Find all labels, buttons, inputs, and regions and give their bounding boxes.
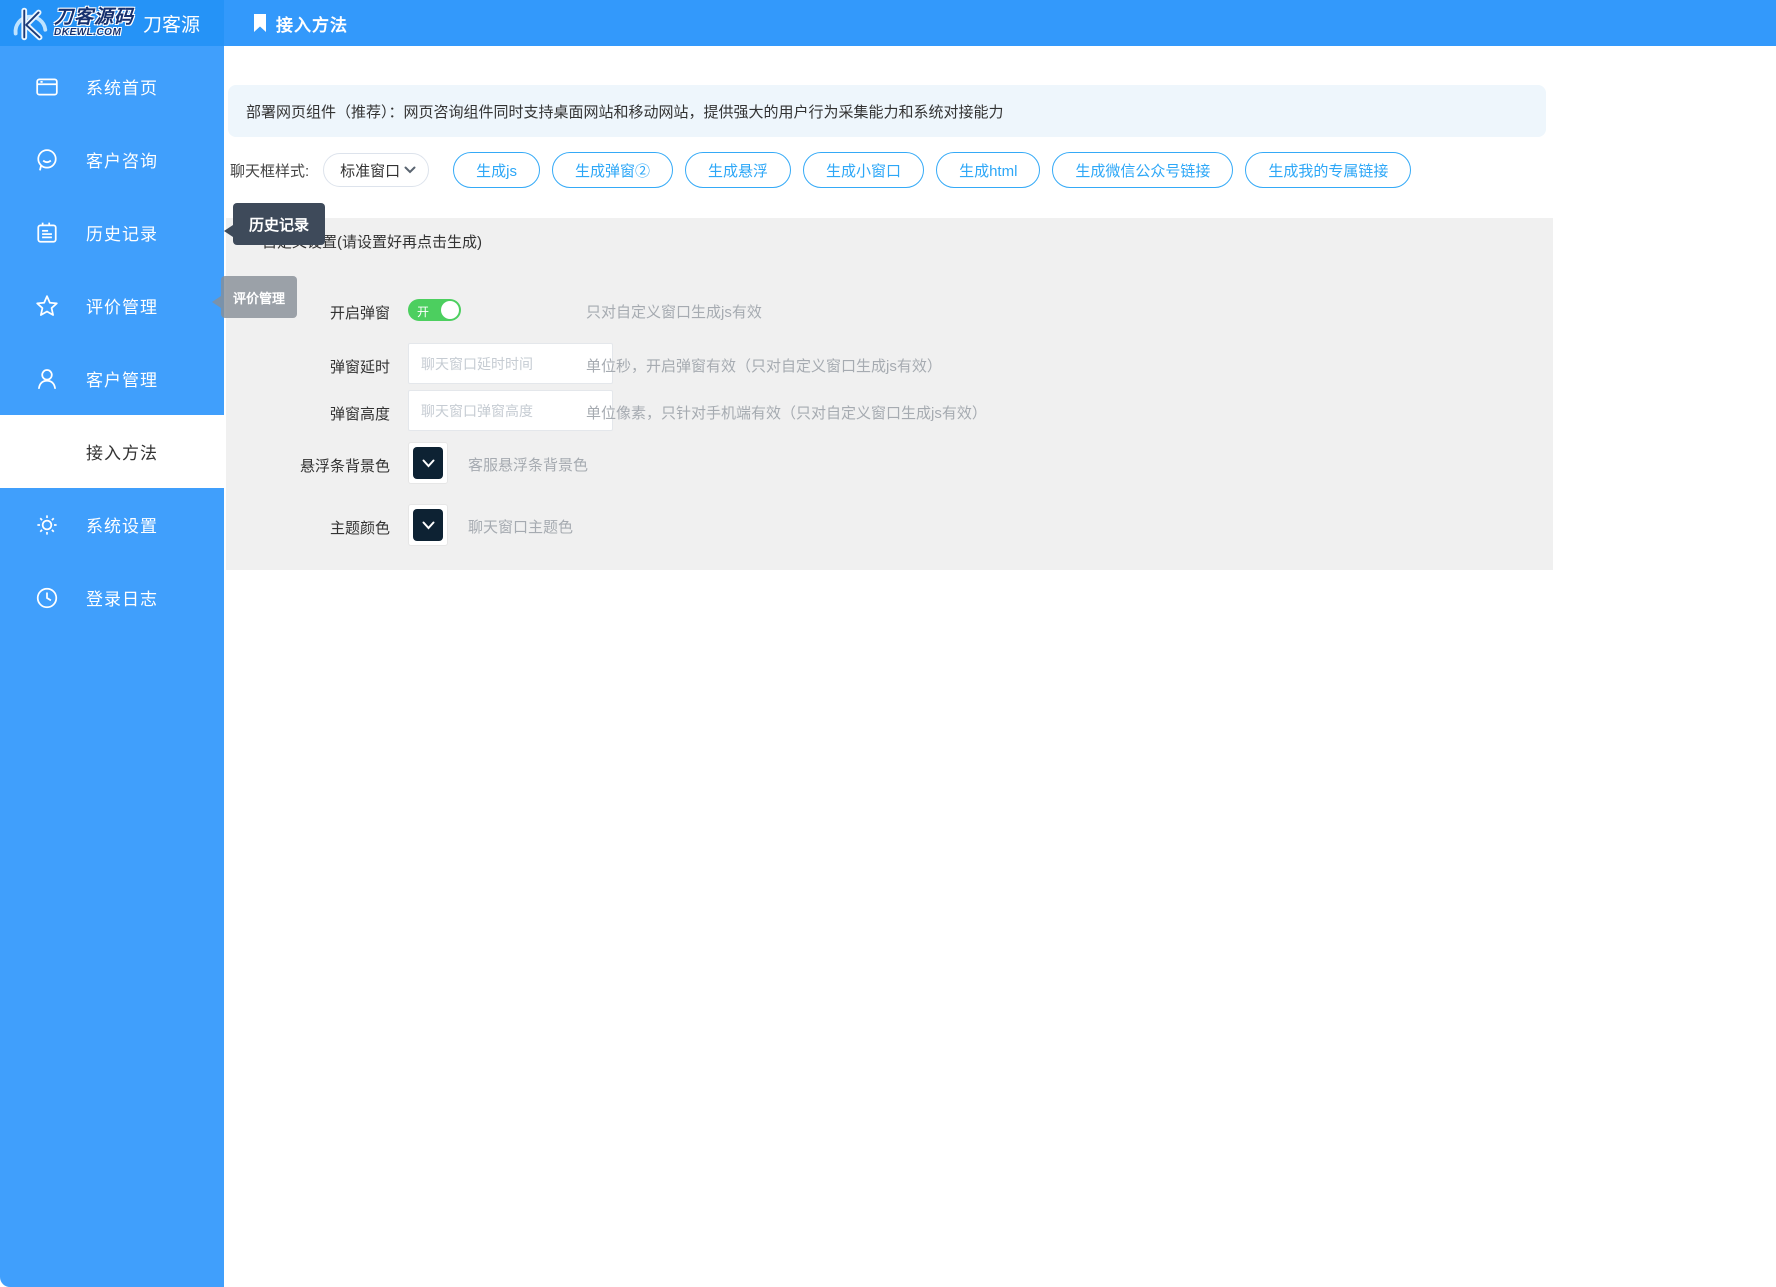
logo-title: 刀客源码 bbox=[54, 8, 134, 27]
sidebar-item-label: 历史记录 bbox=[86, 220, 158, 245]
sidebar-item-login-log[interactable]: 登录日志 bbox=[0, 561, 224, 634]
field-label: 主题颜色 bbox=[226, 517, 390, 538]
sidebar-item-label: 评价管理 bbox=[86, 293, 158, 318]
sidebar: 系统首页 客户咨询 历史记录 bbox=[0, 46, 224, 1287]
logo-k-icon bbox=[8, 3, 52, 43]
sidebar-item-label: 接入方法 bbox=[86, 439, 158, 464]
sidebar-item-label: 系统设置 bbox=[86, 512, 158, 537]
sidebar-item-history[interactable]: 历史记录 bbox=[0, 196, 224, 269]
popup-delay-input[interactable] bbox=[408, 343, 613, 384]
chat-style-label: 聊天框样式: bbox=[230, 160, 309, 181]
theme-color-picker[interactable] bbox=[408, 504, 448, 546]
field-hint: 聊天窗口主题色 bbox=[468, 516, 573, 537]
chevron-down-icon bbox=[404, 166, 416, 174]
chat-style-select[interactable]: 标准窗口 bbox=[323, 153, 429, 187]
generate-js-button[interactable]: 生成js bbox=[453, 152, 540, 188]
sidebar-item-label: 系统首页 bbox=[86, 74, 158, 99]
field-label: 弹窗延时 bbox=[226, 356, 390, 377]
custom-settings-panel: 自定义设置(请设置好再点击生成) 开启弹窗 开 只对自定义窗口生成js有效 弹窗… bbox=[226, 218, 1553, 570]
field-label: 悬浮条背景色 bbox=[226, 455, 390, 476]
toggle-on-label: 开 bbox=[417, 303, 429, 320]
field-hint: 客服悬浮条背景色 bbox=[468, 454, 588, 475]
chevron-down-icon bbox=[422, 459, 435, 468]
tooltip-text: 评价管理 bbox=[233, 288, 285, 307]
bookmark-icon bbox=[252, 14, 268, 32]
generate-html-button[interactable]: 生成html bbox=[936, 152, 1040, 188]
popup-toggle[interactable]: 开 bbox=[408, 299, 461, 321]
generate-small-window-button[interactable]: 生成小窗口 bbox=[803, 152, 924, 188]
sidebar-item-home[interactable]: 系统首页 bbox=[0, 50, 224, 123]
sidebar-item-review[interactable]: 评价管理 bbox=[0, 269, 224, 342]
sidebar-item-label: 客户管理 bbox=[86, 366, 158, 391]
select-value: 标准窗口 bbox=[340, 160, 400, 181]
sidebar-item-settings[interactable]: 系统设置 bbox=[0, 488, 224, 561]
field-label: 弹窗高度 bbox=[226, 403, 390, 424]
field-hint: 单位像素，只针对手机端有效（只对自定义窗口生成js有效） bbox=[586, 402, 987, 423]
notice-banner: 部署网页组件（推荐）：网页咨询组件同时支持桌面网站和移动网站，提供强大的用户行为… bbox=[228, 85, 1546, 137]
window-icon bbox=[34, 74, 60, 100]
floatbar-color-picker[interactable] bbox=[408, 442, 448, 484]
logo-text: 刀客源码 DKEWL.COM bbox=[54, 8, 134, 38]
tooltip-history: 历史记录 bbox=[233, 203, 325, 245]
gear-icon bbox=[34, 512, 60, 538]
sidebar-item-consult[interactable]: 客户咨询 bbox=[0, 123, 224, 196]
star-icon bbox=[34, 293, 60, 319]
generate-float-button[interactable]: 生成悬浮 bbox=[685, 152, 791, 188]
field-hint: 单位秒，开启弹窗有效（只对自定义窗口生成js有效） bbox=[586, 355, 942, 376]
generate-wechat-link-button[interactable]: 生成微信公众号链接 bbox=[1052, 152, 1233, 188]
tooltip-arrow-left bbox=[212, 296, 221, 308]
sidebar-menu: 系统首页 客户咨询 历史记录 bbox=[0, 50, 224, 634]
logo-side-text: 刀客源 bbox=[143, 10, 200, 37]
toggle-knob bbox=[441, 301, 459, 319]
chevron-down-icon bbox=[422, 521, 435, 530]
color-swatch bbox=[413, 447, 443, 479]
tooltip-text: 历史记录 bbox=[249, 214, 309, 235]
tooltip-review: 评价管理 bbox=[221, 276, 297, 318]
user-icon bbox=[34, 366, 60, 392]
clock-icon bbox=[34, 585, 60, 611]
color-swatch bbox=[413, 509, 443, 541]
top-header: 接入方法 bbox=[224, 0, 1776, 46]
generate-buttons: 生成js 生成弹窗② 生成悬浮 生成小窗口 生成html 生成微信公众号链接 生… bbox=[453, 152, 1423, 188]
page-title: 接入方法 bbox=[276, 11, 348, 36]
chat-style-row: 聊天框样式: 标准窗口 生成js 生成弹窗② 生成悬浮 生成小窗口 生成html… bbox=[230, 152, 1423, 188]
generate-popup-button[interactable]: 生成弹窗② bbox=[552, 152, 673, 188]
chat-face-icon bbox=[34, 147, 60, 173]
field-hint: 只对自定义窗口生成js有效 bbox=[586, 301, 762, 322]
sidebar-item-customers[interactable]: 客户管理 bbox=[0, 342, 224, 415]
sidebar-item-access-method[interactable]: 接入方法 bbox=[0, 415, 224, 488]
sidebar-item-label: 登录日志 bbox=[86, 585, 158, 610]
generate-exclusive-link-button[interactable]: 生成我的专属链接 bbox=[1245, 152, 1411, 188]
tooltip-arrow-left bbox=[224, 225, 233, 237]
logo[interactable]: 刀客源码 DKEWL.COM 刀客源 bbox=[0, 0, 224, 46]
sidebar-item-label: 客户咨询 bbox=[86, 147, 158, 172]
logo-domain: DKEWL.COM bbox=[54, 28, 134, 38]
popup-height-input[interactable] bbox=[408, 390, 613, 431]
notice-text: 部署网页组件（推荐）：网页咨询组件同时支持桌面网站和移动网站，提供强大的用户行为… bbox=[246, 101, 1004, 122]
clipboard-icon bbox=[34, 220, 60, 246]
